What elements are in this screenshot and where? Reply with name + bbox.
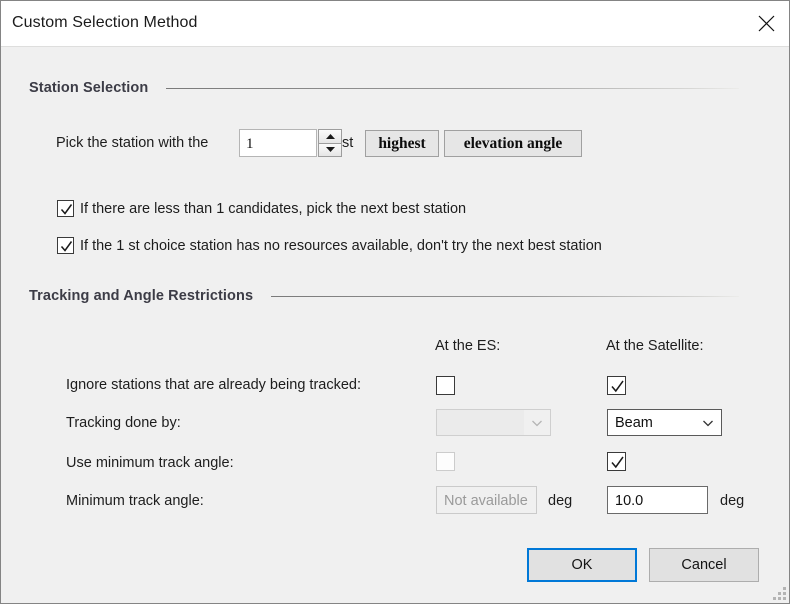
row-label-use-min-track-angle: Use minimum track angle: — [66, 455, 234, 471]
checkbox-less-than-candidates-label: If there are less than 1 candidates, pic… — [80, 201, 467, 217]
stepper-up-icon[interactable] — [318, 129, 342, 144]
section-header-tracking: Tracking and Angle Restrictions — [29, 288, 739, 304]
column-header-satellite: At the Satellite: — [606, 338, 704, 354]
section-divider-tracking — [271, 295, 739, 297]
title-bar: Custom Selection Method — [1, 1, 789, 47]
checkbox-ignore-tracked-es[interactable] — [436, 376, 455, 395]
stepper-down-icon[interactable] — [318, 143, 342, 157]
ordinal-suffix-label: st — [342, 135, 354, 151]
checkbox-less-than-candidates[interactable] — [57, 200, 74, 217]
input-min-track-angle-es[interactable]: Not available — [436, 486, 537, 514]
close-icon[interactable] — [743, 1, 789, 46]
section-title-tracking: Tracking and Angle Restrictions — [29, 288, 254, 304]
ok-button[interactable]: OK — [527, 548, 637, 582]
combo-tracking-done-by-satellite[interactable]: Beam — [607, 409, 722, 436]
row-label-tracking-done-by: Tracking done by: — [66, 415, 181, 431]
dialog-body: Station Selection Pick the station with … — [1, 47, 789, 603]
combo-tracking-done-by-es[interactable] — [436, 409, 551, 436]
criterion-button[interactable]: elevation angle — [444, 130, 582, 157]
chevron-down-icon — [524, 419, 550, 427]
station-rank-stepper[interactable]: 1 — [239, 129, 342, 157]
chevron-down-icon — [695, 419, 721, 427]
checkbox-ignore-tracked-satellite[interactable] — [607, 376, 626, 395]
combo-tracking-done-by-satellite-value: Beam — [615, 414, 653, 431]
combo-tracking-done-by-es-value — [437, 410, 524, 435]
section-divider-station-selection — [166, 87, 739, 89]
unit-label-es-deg: deg — [548, 493, 573, 509]
column-header-es: At the ES: — [435, 338, 501, 354]
section-header-station-selection: Station Selection — [29, 80, 739, 96]
pick-station-label: Pick the station with the — [56, 135, 209, 151]
cancel-button[interactable]: Cancel — [649, 548, 759, 582]
stepper-buttons[interactable] — [318, 129, 342, 157]
row-label-ignore-tracked: Ignore stations that are already being t… — [66, 377, 362, 393]
station-rank-input[interactable]: 1 — [239, 129, 317, 157]
dialog-title: Custom Selection Method — [12, 14, 198, 31]
checkbox-no-resources-available[interactable] — [57, 237, 74, 254]
resize-grip[interactable] — [773, 587, 786, 600]
checkbox-use-min-track-angle-es[interactable] — [436, 452, 455, 471]
rank-order-button[interactable]: highest — [365, 130, 439, 157]
section-title-station-selection: Station Selection — [29, 80, 149, 96]
dialog-window: Custom Selection Method Station Selectio… — [0, 0, 790, 604]
unit-label-satellite-deg: deg — [720, 493, 745, 509]
row-label-min-track-angle: Minimum track angle: — [66, 493, 204, 509]
checkbox-use-min-track-angle-satellite[interactable] — [607, 452, 626, 471]
input-min-track-angle-satellite[interactable]: 10.0 — [607, 486, 708, 514]
checkbox-no-resources-available-label: If the 1 st choice station has no resour… — [80, 238, 602, 254]
